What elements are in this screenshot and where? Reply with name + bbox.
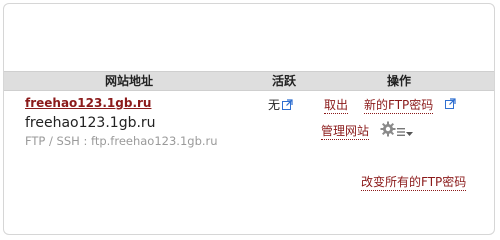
cancel-button[interactable]: 取出 — [324, 96, 349, 114]
active-status-value: 无 — [268, 98, 281, 112]
site-url-link[interactable]: freehao123.1gb.ru — [25, 96, 151, 110]
site-name: freehao123.1gb.ru — [25, 115, 156, 131]
active-status: 无 — [268, 96, 293, 113]
gear-icon — [380, 121, 396, 141]
new-ftp-password-link[interactable]: 新的FTP密码 — [364, 96, 434, 114]
header-site-address: 网站地址 — [104, 74, 153, 88]
table-row: freehao123.1gb.ru freehao123.1gb.ru FTP … — [4, 92, 494, 152]
external-link-icon[interactable] — [282, 99, 293, 110]
ftp-ssh-info: FTP / SSH : ftp.freehao123.1gb.ru — [25, 134, 218, 148]
header-actions: 操作 — [386, 74, 411, 88]
sites-panel: 网站地址 活跃 操作 freehao123.1gb.ru freehao123.… — [3, 3, 495, 235]
table-header: 网站地址 活跃 操作 — [4, 71, 494, 91]
external-link-icon[interactable] — [445, 98, 456, 109]
change-all-ftp-passwords-link[interactable]: 改变所有的FTP密码 — [361, 173, 467, 191]
manage-site-link[interactable]: 管理网站 — [321, 122, 370, 140]
header-active: 活跃 — [271, 74, 296, 88]
settings-dropdown[interactable] — [380, 121, 413, 141]
menu-icon — [397, 122, 405, 141]
chevron-down-icon — [406, 122, 413, 141]
